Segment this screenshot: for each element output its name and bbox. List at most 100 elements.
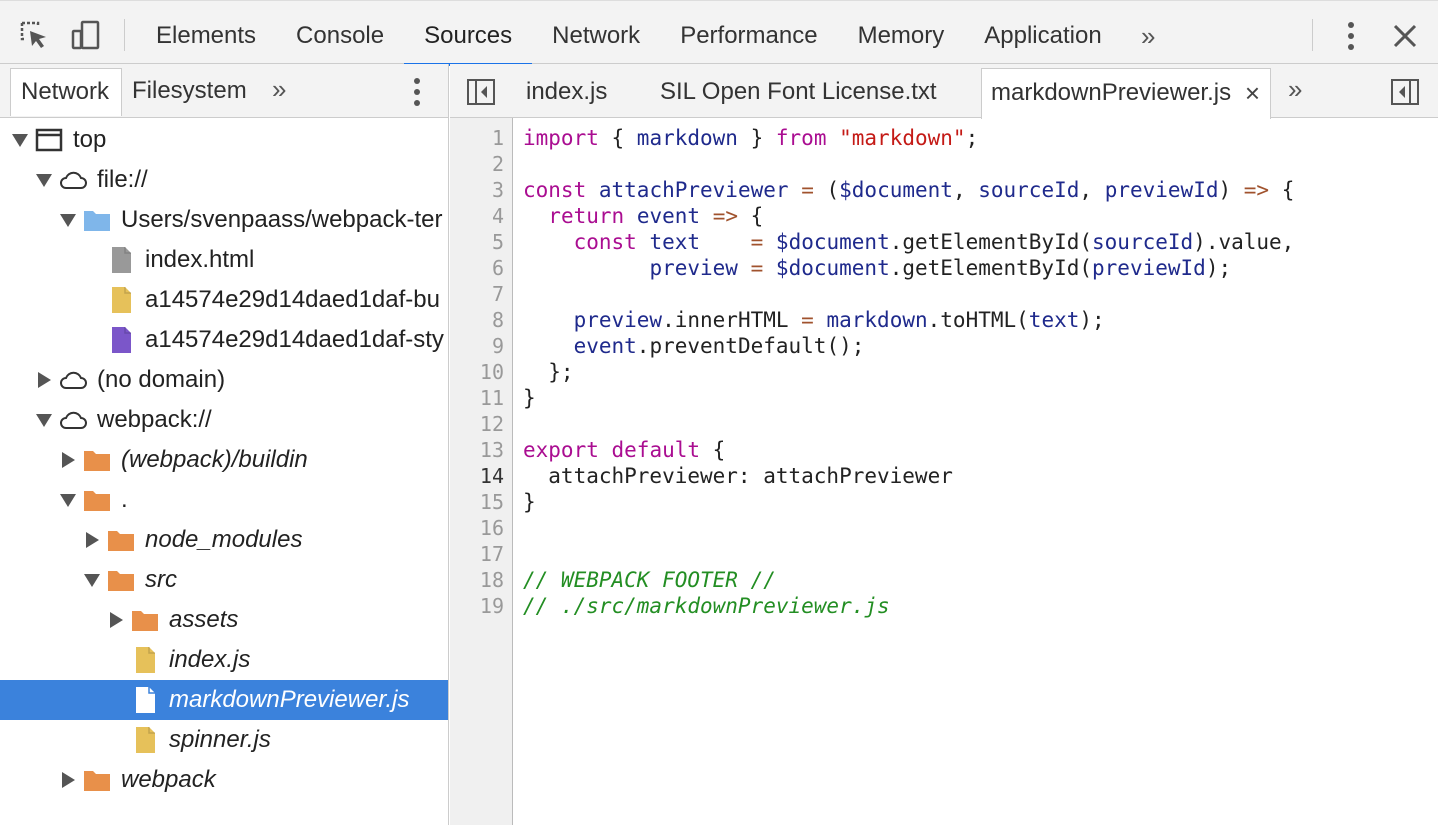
line-number[interactable]: 16	[480, 515, 504, 541]
collapsed-arrow-icon[interactable]	[58, 440, 78, 480]
line-number[interactable]: 8	[492, 307, 504, 333]
close-tab-icon[interactable]: ×	[1245, 69, 1260, 117]
line-number[interactable]: 12	[480, 411, 504, 437]
line-number[interactable]: 2	[492, 151, 504, 177]
line-number[interactable]: 4	[492, 203, 504, 229]
tree-item[interactable]: Users/svenpaass/webpack-ter	[0, 200, 448, 240]
tab-performance[interactable]: Performance	[660, 1, 837, 65]
line-number[interactable]: 9	[492, 333, 504, 359]
code-line: attachPreviewer: attachPreviewer	[523, 464, 953, 488]
expanded-arrow-icon[interactable]	[58, 480, 78, 520]
code-area[interactable]: 1 2 3 4 5 6 7 8 9 10 11 12 13 14 15 16 17 18 19 import { m…	[450, 118, 1438, 825]
code-line: import { markdown } from "markdown";	[523, 126, 979, 150]
tree-item-label: file://	[97, 166, 148, 193]
sources-navigator: Network Filesystem » top file:// Users/sve…	[0, 64, 449, 825]
tree-item[interactable]: node_modules	[0, 520, 448, 560]
file-icon	[130, 686, 160, 714]
tree-item-label: src	[145, 566, 177, 593]
line-number-gutter[interactable]: 1 2 3 4 5 6 7 8 9 10 11 12 13 14 15 16 17 18 19	[450, 118, 513, 825]
line-number[interactable]: 10	[480, 359, 504, 385]
tab-console[interactable]: Console	[276, 1, 404, 65]
expanded-arrow-icon[interactable]	[58, 200, 78, 240]
tree-item-label: Users/svenpaass/webpack-ter	[121, 206, 443, 233]
tree-item[interactable]: src	[0, 560, 448, 600]
tree-item[interactable]: (no domain)	[0, 360, 448, 400]
line-number[interactable]: 13	[480, 437, 504, 463]
line-number[interactable]: 11	[480, 385, 504, 411]
code-line: preview.innerHTML = markdown.toHTML(text…	[573, 308, 1105, 332]
customize-menu-icon[interactable]	[1336, 19, 1366, 53]
line-number[interactable]: 1	[492, 125, 504, 151]
code-line: return event => {	[548, 204, 764, 228]
line-number[interactable]: 5	[492, 229, 504, 255]
collapsed-arrow-icon[interactable]	[34, 360, 54, 400]
folder-icon	[82, 446, 112, 474]
device-toolbar-icon[interactable]	[70, 19, 102, 51]
devtools-toolbar: Elements Console Sources Network Perform…	[0, 0, 1438, 66]
collapsed-arrow-icon[interactable]	[58, 760, 78, 800]
expanded-arrow-icon[interactable]	[10, 120, 30, 160]
expanded-arrow-icon[interactable]	[34, 160, 54, 200]
toggle-navigator-icon[interactable]	[466, 78, 496, 106]
collapsed-arrow-icon[interactable]	[82, 520, 102, 560]
editor-tab-markdown-previewer[interactable]: markdownPreviewer.js ×	[981, 68, 1271, 119]
cloud-icon	[58, 406, 88, 434]
tree-item[interactable]: a14574e29d14daed1daf-sty	[0, 320, 448, 360]
tab-sources[interactable]: Sources	[404, 1, 533, 66]
more-tabs-chevron-icon[interactable]: »	[1141, 21, 1155, 52]
editor-tab-font-license[interactable]: SIL Open Font License.txt	[660, 68, 937, 118]
tree-item-label: markdownPreviewer.js	[169, 686, 410, 713]
folder-icon	[82, 766, 112, 794]
editor-more-tabs-chevron-icon[interactable]: »	[1288, 74, 1302, 105]
line-number[interactable]: 17	[480, 541, 504, 567]
expanded-arrow-icon[interactable]	[82, 560, 102, 600]
tree-item-label: index.js	[169, 646, 251, 673]
tab-application[interactable]: Application	[964, 1, 1121, 65]
line-number[interactable]: 6	[492, 255, 504, 281]
code-line: preview = $document.getElementById(previ…	[649, 256, 1232, 280]
line-number[interactable]: 14	[480, 463, 504, 489]
line-number[interactable]: 3	[492, 177, 504, 203]
tree-item-label: .	[121, 486, 128, 513]
navigator-tab-network[interactable]: Network	[10, 68, 122, 116]
navigator-tab-filesystem[interactable]: Filesystem	[132, 68, 247, 116]
tree-item[interactable]: .	[0, 480, 448, 520]
tab-memory[interactable]: Memory	[838, 1, 965, 65]
line-number[interactable]: 19	[480, 593, 504, 619]
collapsed-arrow-icon[interactable]	[106, 600, 126, 640]
expanded-arrow-icon[interactable]	[34, 400, 54, 440]
navigator-more-chevron-icon[interactable]: »	[272, 74, 286, 105]
tree-item[interactable]: a14574e29d14daed1daf-bu	[0, 280, 448, 320]
inspect-element-icon[interactable]	[18, 19, 50, 51]
folder-icon	[82, 206, 112, 234]
tree-item[interactable]: assets	[0, 600, 448, 640]
tab-elements[interactable]: Elements	[136, 1, 276, 65]
line-number[interactable]: 7	[492, 281, 504, 307]
tree-item[interactable]: index.js	[0, 640, 448, 680]
tree-item-label: (no domain)	[97, 366, 226, 393]
navigator-menu-icon[interactable]	[405, 76, 429, 108]
source-editor: index.js SIL Open Font License.txt markd…	[450, 64, 1438, 825]
tree-item[interactable]: spinner.js	[0, 720, 448, 760]
line-number[interactable]: 18	[480, 567, 504, 593]
tree-item[interactable]: (webpack)/buildin	[0, 440, 448, 480]
tree-item[interactable]: top	[0, 120, 448, 160]
tree-item[interactable]: index.html	[0, 240, 448, 280]
toggle-debugger-sidebar-icon[interactable]	[1390, 78, 1420, 106]
toolbar-divider	[1312, 19, 1313, 51]
folder-icon	[82, 486, 112, 514]
close-icon[interactable]	[1388, 19, 1422, 53]
tree-item-label: top	[73, 126, 107, 153]
tree-item[interactable]: webpack://	[0, 400, 448, 440]
tree-item[interactable]: markdownPreviewer.js	[0, 680, 448, 720]
code-line: const attachPreviewer = ($document, sour…	[523, 178, 1295, 202]
tree-item[interactable]: webpack	[0, 760, 448, 800]
tab-network[interactable]: Network	[532, 1, 660, 65]
line-number[interactable]: 15	[480, 489, 504, 515]
tree-item-label: webpack://	[97, 406, 212, 433]
tree-item-label: assets	[169, 606, 239, 633]
tree-item[interactable]: file://	[0, 160, 448, 200]
toolbar-divider	[124, 19, 125, 51]
editor-tab-index-js[interactable]: index.js	[526, 68, 607, 118]
tree-item-label: node_modules	[145, 526, 303, 553]
